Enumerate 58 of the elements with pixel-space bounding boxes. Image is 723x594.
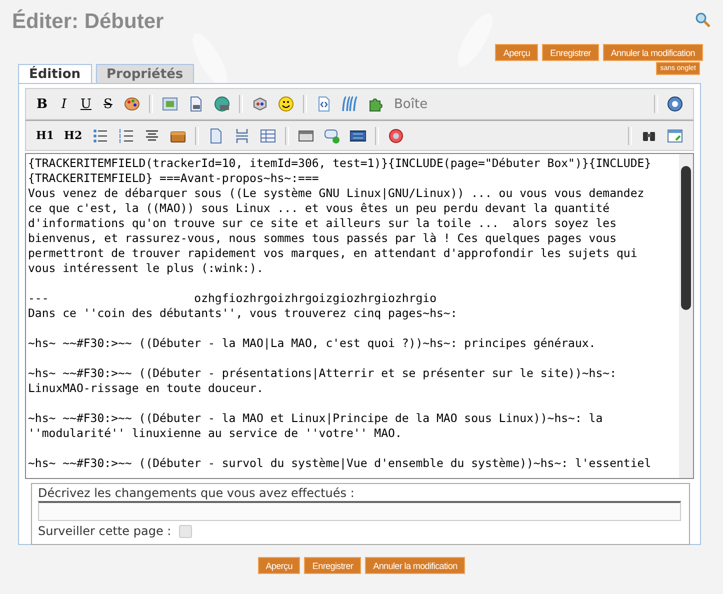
text-line: ~hs~ ~~#F30:>~~ ((Débuter - la MAO et Linux|Principe de la MAO sous Linux))~hs~: la xyxy=(28,411,604,426)
comment-add-icon xyxy=(324,128,340,144)
fullscreen-icon xyxy=(667,128,683,144)
window-icon xyxy=(298,128,314,144)
page-break-icon xyxy=(234,128,250,144)
underline-button[interactable]: U xyxy=(76,96,96,112)
html-icon xyxy=(350,128,366,144)
box-button[interactable]: Boîte xyxy=(390,96,432,112)
puzzle-icon xyxy=(368,96,384,112)
numbered-list-icon xyxy=(118,128,134,144)
heading-button[interactable]: H1 xyxy=(32,129,58,142)
heading-button[interactable]: H2 xyxy=(60,129,86,142)
palette-icon xyxy=(124,96,140,112)
action-button[interactable]: Enregistrer xyxy=(542,44,599,61)
text-line: ~hs~ ~~#F30:>~~ ((Débuter - la MAO|La MAO, c'est quoi ?))~hs~: principes généraux. xyxy=(28,336,597,351)
action-button[interactable]: Enregistrer xyxy=(304,557,362,574)
page-icon xyxy=(208,128,224,144)
text-line: LinuxMAO-rissage en toute douceur. xyxy=(28,381,264,396)
text-line: ''modularité'' linuxienne au service de ''votre'' MAO. xyxy=(28,426,403,441)
page-title: Éditer: Débuter xyxy=(12,10,164,35)
field-label: Surveiller cette page : xyxy=(38,524,172,538)
action-button[interactable]: Annuler la modification xyxy=(602,44,703,61)
text-line: vous intéressent le plus (:wink:). xyxy=(28,261,264,276)
text-line: Vous venez de débarquer sous ((Le système GNU Linux|GNU/Linux)) ... ou vous vous demandez xyxy=(28,186,646,201)
text-line: --- ozhgfiozhrgoizhrgoizgiozhrgiozhrgio xyxy=(28,291,438,306)
action-button[interactable]: Aperçu xyxy=(258,557,300,574)
action-button[interactable]: Aperçu xyxy=(495,44,538,61)
align-center-icon xyxy=(144,128,160,144)
strikethrough-button[interactable]: S xyxy=(98,96,118,112)
text-line: d'informations qu'on trouve sur ce site et ailleurs sur la toile ... alors soyez les xyxy=(28,216,618,231)
action-button[interactable]: Annuler la modification xyxy=(365,557,466,574)
field-label: Décrivez les changements que vous avez effectués : xyxy=(38,486,356,500)
scrollbar[interactable] xyxy=(679,154,693,478)
text-line: {TRACKERITEMFIELD} ===Avant-propos~hs~:=== xyxy=(28,171,320,186)
text-line: ~hs~ ~~#F30:>~~ ((Débuter - survol du système|Vue d'ensemble du système))~hs~: l'essentiel xyxy=(28,456,652,471)
text-line: ~hs~ ~~#F30:>~~ ((Débuter - présentations|Atterrir et se présenter sur le site))~hs~: xyxy=(28,366,618,381)
bold-button[interactable]: B xyxy=(32,96,52,112)
text-line: Dans ce ''coin des débutants'', vous trouverez cinq pages~hs~: xyxy=(28,306,458,321)
smiley-icon xyxy=(278,96,294,112)
summary-field[interactable] xyxy=(38,501,681,521)
wiki-text-area[interactable] xyxy=(25,153,694,479)
watch-checkbox[interactable] xyxy=(179,524,192,538)
image-icon xyxy=(162,96,178,112)
table-icon xyxy=(260,128,276,144)
text-line: bienvenus, et rassurez-vous, nous sommes tous passés par là ! Ces quelques pages vous xyxy=(28,231,618,246)
text-line: {TRACKERITEMFIELD(trackerId=10, itemId=306, test=1)}{INCLUDE(page="Débuter Box")}{INCLUDE} xyxy=(28,156,652,171)
tab[interactable]: Édition xyxy=(18,64,92,84)
cube-icon xyxy=(252,96,268,112)
text-line: permettront de trouver rapidement vos marques, en attendant d'approfondir les sujets qui xyxy=(28,246,638,261)
globe-icon xyxy=(214,96,230,112)
search-icon[interactable] xyxy=(695,12,711,28)
text-line: ce que c'est, la ((MAO)) sous Linux ... et vous êtes un peu perdu devant la quantité xyxy=(28,201,611,216)
code-icon xyxy=(316,96,332,112)
bullet-list-icon xyxy=(92,128,108,144)
lifebuoy-icon xyxy=(388,128,404,144)
italic-button[interactable]: I xyxy=(54,96,74,112)
document-link-icon xyxy=(188,96,204,112)
tab[interactable]: Propriétés xyxy=(96,64,194,83)
